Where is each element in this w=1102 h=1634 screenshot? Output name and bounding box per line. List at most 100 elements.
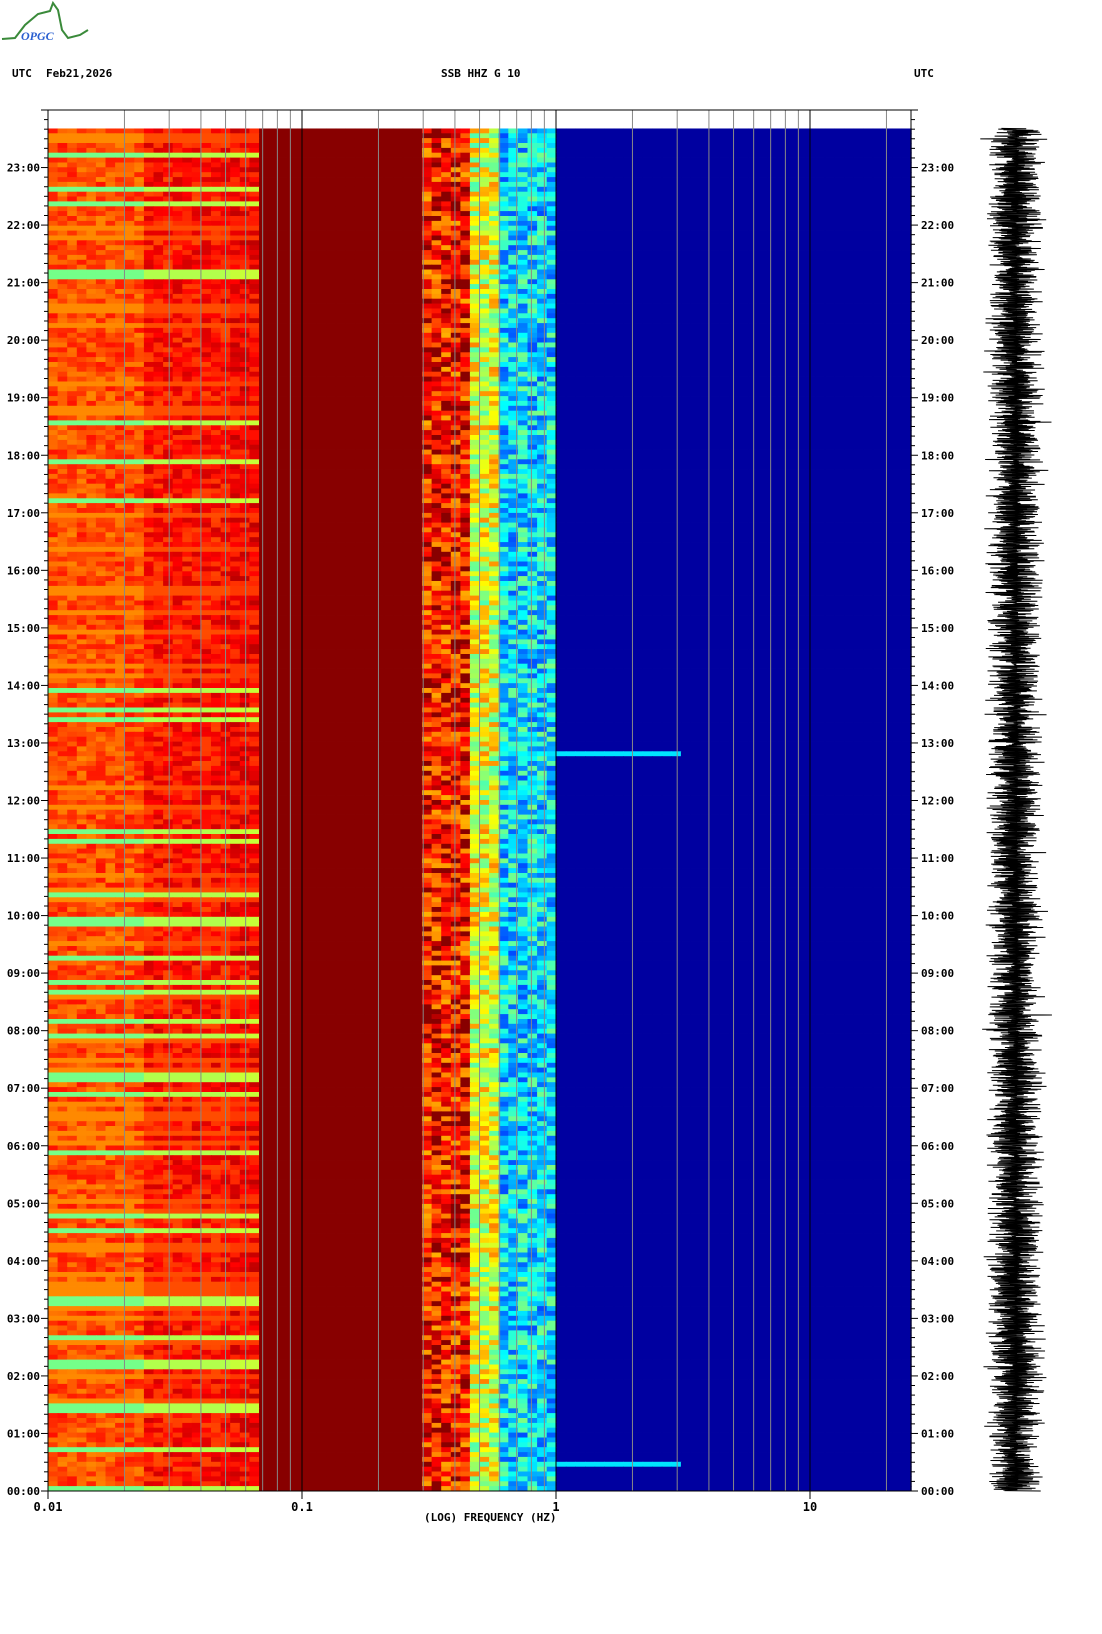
spectrogram-cell xyxy=(239,235,250,241)
spectrogram-cell xyxy=(642,250,653,256)
spectrogram-cell xyxy=(105,177,116,183)
spectrogram-cell xyxy=(594,347,605,353)
spectrogram-cell xyxy=(843,201,855,207)
spectrogram-cell xyxy=(441,162,452,168)
spectrogram-cell xyxy=(86,293,97,300)
spectrogram-cell xyxy=(546,147,557,154)
spectrogram-cell xyxy=(326,357,337,363)
spectrogram-cell xyxy=(709,279,720,285)
spectrogram-cell xyxy=(633,128,644,134)
spectrogram-cell xyxy=(172,269,183,275)
spectrogram-cell xyxy=(738,128,749,134)
spectrogram-cell xyxy=(287,352,298,358)
spectrogram-cell xyxy=(565,293,576,300)
spectrogram-cell xyxy=(891,201,903,207)
spectrogram-cell xyxy=(124,235,135,241)
spectrogram-cell xyxy=(86,396,97,402)
spectrogram-cell xyxy=(460,352,471,358)
spectrogram-cell xyxy=(565,386,576,392)
spectrogram-cell xyxy=(585,323,596,329)
spectrogram-cell xyxy=(450,206,461,212)
spectrogram-cell xyxy=(633,138,644,144)
spectrogram-cell xyxy=(316,396,327,402)
spectrogram-cell xyxy=(604,162,615,168)
spectrogram-cell xyxy=(134,162,145,168)
spectrogram-cell xyxy=(882,138,893,144)
spectrogram-cell xyxy=(335,274,346,280)
spectrogram-cell xyxy=(680,371,692,377)
spectrogram-cell xyxy=(604,259,615,266)
spectrogram-cell xyxy=(652,308,663,314)
spectrogram-cell xyxy=(393,308,404,314)
spectrogram-cell xyxy=(767,381,778,387)
spectrogram-cell xyxy=(604,186,615,193)
spectrogram-cell xyxy=(843,250,855,256)
spectrogram-cell xyxy=(604,264,615,270)
spectrogram-cell xyxy=(575,128,586,134)
spectrogram-cell xyxy=(565,391,576,397)
spectrogram-cell xyxy=(393,172,404,178)
spectrogram-cell xyxy=(211,220,222,227)
spectrogram-cell xyxy=(374,332,385,339)
spectrogram-cell xyxy=(479,147,490,154)
spectrogram-cell xyxy=(805,293,816,300)
spectrogram-cell xyxy=(172,318,183,324)
spectrogram-cell xyxy=(48,220,59,227)
spectrogram-cell xyxy=(345,318,356,324)
spectrogram-cell xyxy=(412,206,423,212)
spectrogram-cell xyxy=(882,386,893,392)
spectrogram-cell xyxy=(48,347,59,353)
spectrogram-cell xyxy=(757,381,768,387)
spectrogram-cell xyxy=(882,357,893,363)
spectrogram-cell xyxy=(853,259,864,266)
spectrogram-cell xyxy=(316,371,327,377)
spectrogram-cell xyxy=(652,274,663,280)
spectrogram-cell xyxy=(364,167,375,173)
spectrogram-cell xyxy=(815,381,826,387)
spectrogram-cell xyxy=(345,206,356,212)
spectrogram-cell xyxy=(431,177,442,183)
spectrogram-cell xyxy=(767,318,778,324)
spectrogram-cell xyxy=(431,332,442,339)
spectrogram-cell xyxy=(565,254,576,261)
spectrogram-cell xyxy=(450,323,461,329)
spectrogram-cell xyxy=(498,352,509,358)
spectrogram-cell xyxy=(834,245,845,251)
spectrogram-cell xyxy=(460,162,471,168)
spectrogram-cell xyxy=(901,347,912,353)
spectrogram-cell xyxy=(498,162,509,168)
spectrogram-cell xyxy=(709,225,720,231)
spectrogram-cell xyxy=(613,366,624,373)
spectrogram-cell xyxy=(796,313,807,319)
spectrogram-cell xyxy=(105,366,116,373)
spectrogram-cell xyxy=(450,245,461,251)
spectrogram-cell xyxy=(76,362,87,368)
spectrogram-cell xyxy=(393,196,404,202)
spectrogram-cell xyxy=(316,225,327,231)
spectrogram-cell xyxy=(498,143,509,149)
spectrogram-cell xyxy=(642,269,653,275)
spectrogram-cell xyxy=(326,264,337,270)
spectrogram-cell xyxy=(891,250,903,256)
spectrogram-cell xyxy=(661,216,672,222)
spectrogram-cell xyxy=(546,298,557,304)
spectrogram-cell xyxy=(163,147,174,154)
spectrogram-cell xyxy=(652,235,663,241)
spectrogram-cell xyxy=(153,181,164,188)
spectrogram-cell xyxy=(335,181,346,188)
spectrogram-cell xyxy=(604,225,615,231)
spectrogram-cell xyxy=(863,269,874,275)
spectrogram-cell xyxy=(316,250,327,256)
spectrogram-cell xyxy=(537,366,548,373)
spectrogram-cell xyxy=(882,376,893,382)
spectrogram-cell xyxy=(527,352,538,358)
spectrogram-cell xyxy=(306,298,318,304)
spectrogram-cell xyxy=(661,264,672,270)
spectrogram-cell xyxy=(230,332,241,339)
spectrogram-cell xyxy=(230,250,241,256)
spectrogram-cell xyxy=(143,303,155,309)
spectrogram-cell xyxy=(546,181,557,188)
spectrogram-cell xyxy=(901,362,912,368)
spectrogram-cell xyxy=(172,376,183,382)
spectrogram-cell xyxy=(719,357,730,363)
